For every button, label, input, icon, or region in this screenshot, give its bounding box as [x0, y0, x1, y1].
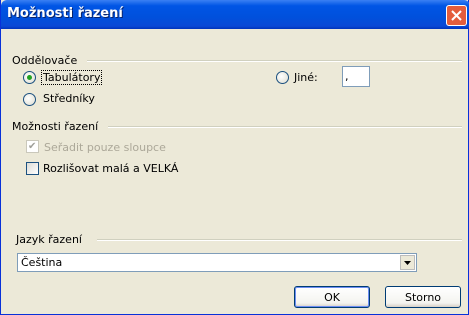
other-radio-label[interactable]: Jiné:: [294, 71, 318, 84]
dropdown-button[interactable]: [400, 255, 415, 270]
other-radio[interactable]: [276, 71, 289, 84]
semicolons-radio[interactable]: [23, 93, 36, 106]
sort-options-dialog: Možnosti řazení Oddělovače Tabulátory St…: [0, 0, 469, 315]
columns-only-label: Seřadit pouze sloupce: [44, 141, 166, 154]
case-sensitive-label[interactable]: Rozlišovat malá a VELKÁ: [43, 162, 178, 175]
sort-options-group-label: Možnosti řazení: [12, 120, 99, 133]
semicolons-radio-label[interactable]: Středníky: [43, 92, 95, 105]
other-separator-input[interactable]: ,: [342, 66, 370, 87]
sort-language-value: Čeština: [21, 256, 63, 269]
checkmark-icon: ✔: [28, 141, 37, 152]
case-sensitive-checkbox[interactable]: [26, 162, 39, 175]
other-separator-value: ,: [345, 70, 349, 83]
cancel-button-label: Storno: [404, 290, 442, 304]
close-icon: [451, 10, 462, 21]
separators-divider: [87, 60, 462, 62]
close-button[interactable]: [446, 5, 467, 26]
chevron-down-icon: [404, 260, 411, 265]
sort-options-divider: [108, 126, 462, 128]
columns-only-checkbox[interactable]: ✔: [26, 140, 39, 153]
ok-button-label: OK: [324, 290, 340, 304]
language-group-label: Jazyk řazení: [16, 233, 82, 246]
language-divider: [97, 239, 462, 241]
dialog-title: Možnosti řazení: [7, 6, 123, 21]
tabs-radio[interactable]: [23, 71, 36, 84]
title-bar[interactable]: Možnosti řazení: [1, 0, 469, 29]
tabs-radio-label[interactable]: Tabulátory: [41, 70, 103, 85]
sort-language-select[interactable]: Čeština: [17, 253, 417, 272]
cancel-button[interactable]: Storno: [385, 286, 461, 308]
separators-group-label: Oddělovače: [12, 54, 78, 67]
ok-button[interactable]: OK: [294, 286, 370, 308]
